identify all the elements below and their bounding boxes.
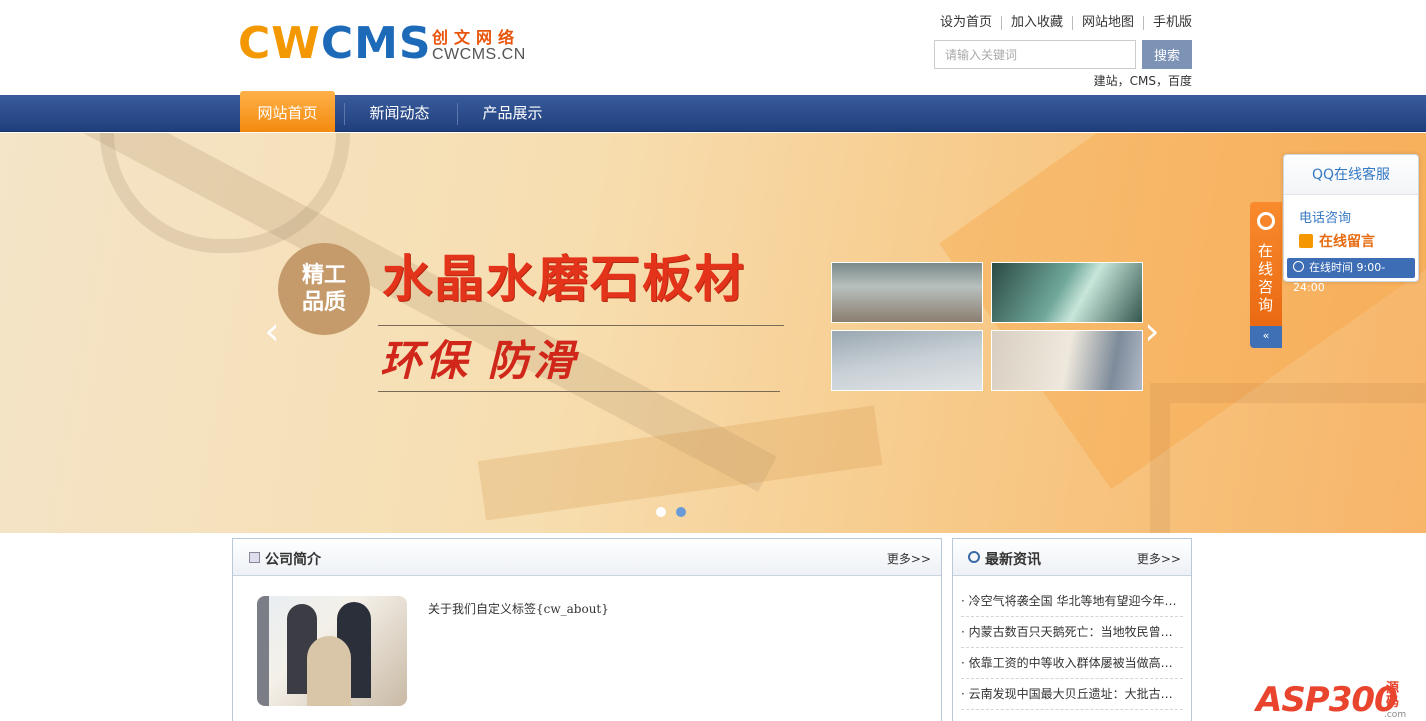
search-input[interactable] — [934, 40, 1136, 69]
news-item[interactable]: · 冷空气将袭全国 华北等地有望迎今年… — [961, 586, 1183, 617]
collapse-icon[interactable]: « — [1250, 326, 1282, 348]
about-title: 公司简介 — [265, 552, 321, 568]
banner-photo-floor — [831, 330, 983, 391]
logo-wordmark: CWCMS — [238, 18, 432, 69]
leave-message-link[interactable]: 在线留言 — [1299, 231, 1375, 251]
phone-consult-link[interactable]: 电话咨询 — [1299, 207, 1351, 226]
mobile-link[interactable]: 手机版 — [1142, 16, 1192, 30]
asp300-watermark: ASP300 源码 .com — [1256, 680, 1407, 720]
news-item[interactable]: · 依靠工资的中等收入群体屡被当做高… — [961, 648, 1183, 679]
divider — [378, 325, 784, 326]
slide-pagination — [656, 507, 686, 517]
about-text: 关于我们自定义标签{cw_about} — [428, 602, 609, 616]
about-section: 公司简介 更多>> 关于我们自定义标签{cw_about} — [232, 538, 942, 721]
nav-separator — [344, 103, 345, 125]
about-photo — [257, 596, 407, 706]
nav-item-products[interactable]: 产品展示 — [465, 95, 560, 132]
search-bar: 搜索 — [934, 40, 1192, 69]
news-section: 最新资讯 更多>> · 冷空气将袭全国 华北等地有望迎今年… · 内蒙古数百只天… — [952, 538, 1192, 721]
nav-separator — [457, 103, 458, 125]
news-item[interactable]: · 内蒙古数百只天鹅死亡：当地牧民曾… — [961, 617, 1183, 648]
section-icon — [249, 552, 260, 563]
add-favorite-link[interactable]: 加入收藏 — [1000, 16, 1072, 30]
main-nav: 网站首页 新闻动态 产品展示 — [0, 91, 1426, 132]
page: CWCMS 创文网络 CWCMS.CN 设为首页 加入收藏 网站地图 手机版 搜… — [0, 0, 1426, 721]
set-homepage-link[interactable]: 设为首页 — [931, 16, 1001, 30]
logo-subtitle: 创文网络 — [432, 28, 521, 47]
prev-slide-icon[interactable]: ‹ — [260, 311, 284, 351]
circle-icon — [968, 551, 980, 563]
logo[interactable]: CWCMS 创文网络 CWCMS.CN — [238, 22, 538, 70]
hero-banner[interactable]: 精工 品质 水晶水磨石板材 环保 防滑 ‹ › — [0, 133, 1426, 533]
qq-service-panel: QQ在线客服 电话咨询 在线留言 在线时间 9:00-24:00 — [1283, 154, 1419, 294]
logo-domain: CWCMS.CN — [432, 46, 526, 63]
search-button[interactable]: 搜索 — [1142, 40, 1192, 69]
banner-subline: 环保 防滑 — [380, 336, 578, 385]
nav-item-home[interactable]: 网站首页 — [240, 91, 335, 132]
news-header: 最新资讯 更多>> — [953, 539, 1191, 576]
banner-headline: 水晶水磨石板材 — [382, 249, 746, 308]
header: CWCMS 创文网络 CWCMS.CN 设为首页 加入收藏 网站地图 手机版 搜… — [0, 0, 1426, 95]
news-list: · 冷空气将袭全国 华北等地有望迎今年… · 内蒙古数百只天鹅死亡：当地牧民曾…… — [961, 586, 1183, 710]
next-slide-icon[interactable]: › — [1140, 311, 1164, 351]
sitemap-link[interactable]: 网站地图 — [1071, 16, 1143, 30]
news-more-link[interactable]: 更多>> — [1137, 550, 1181, 567]
about-header: 公司简介 更多>> — [233, 539, 941, 576]
service-hours: 在线时间 9:00-24:00 — [1287, 258, 1415, 294]
slide-dot-2[interactable] — [676, 507, 686, 517]
clock-icon — [1293, 261, 1304, 272]
online-consult-tab[interactable]: 在线咨询 « — [1250, 202, 1282, 348]
news-item[interactable]: · 云南发现中国最大贝丘遗址：大批古… — [961, 679, 1183, 710]
banner-photo-supermarket — [991, 330, 1143, 391]
divider — [378, 391, 780, 392]
qq-icon — [1257, 212, 1275, 230]
nav-item-news[interactable]: 新闻动态 — [352, 95, 447, 132]
qq-title[interactable]: QQ在线客服 — [1284, 155, 1418, 195]
news-title: 最新资讯 — [985, 552, 1041, 568]
top-links: 设为首页 加入收藏 网站地图 手机版 — [931, 15, 1192, 31]
quality-badge: 精工 品质 — [278, 243, 370, 335]
banner-photo-hall — [831, 262, 983, 323]
slide-dot-1[interactable] — [656, 507, 666, 517]
about-more-link[interactable]: 更多>> — [887, 550, 931, 567]
hot-keywords: 建站，CMS，百度 — [1093, 74, 1192, 88]
banner-photo-corridor — [991, 262, 1143, 323]
pencil-icon — [1299, 234, 1313, 248]
